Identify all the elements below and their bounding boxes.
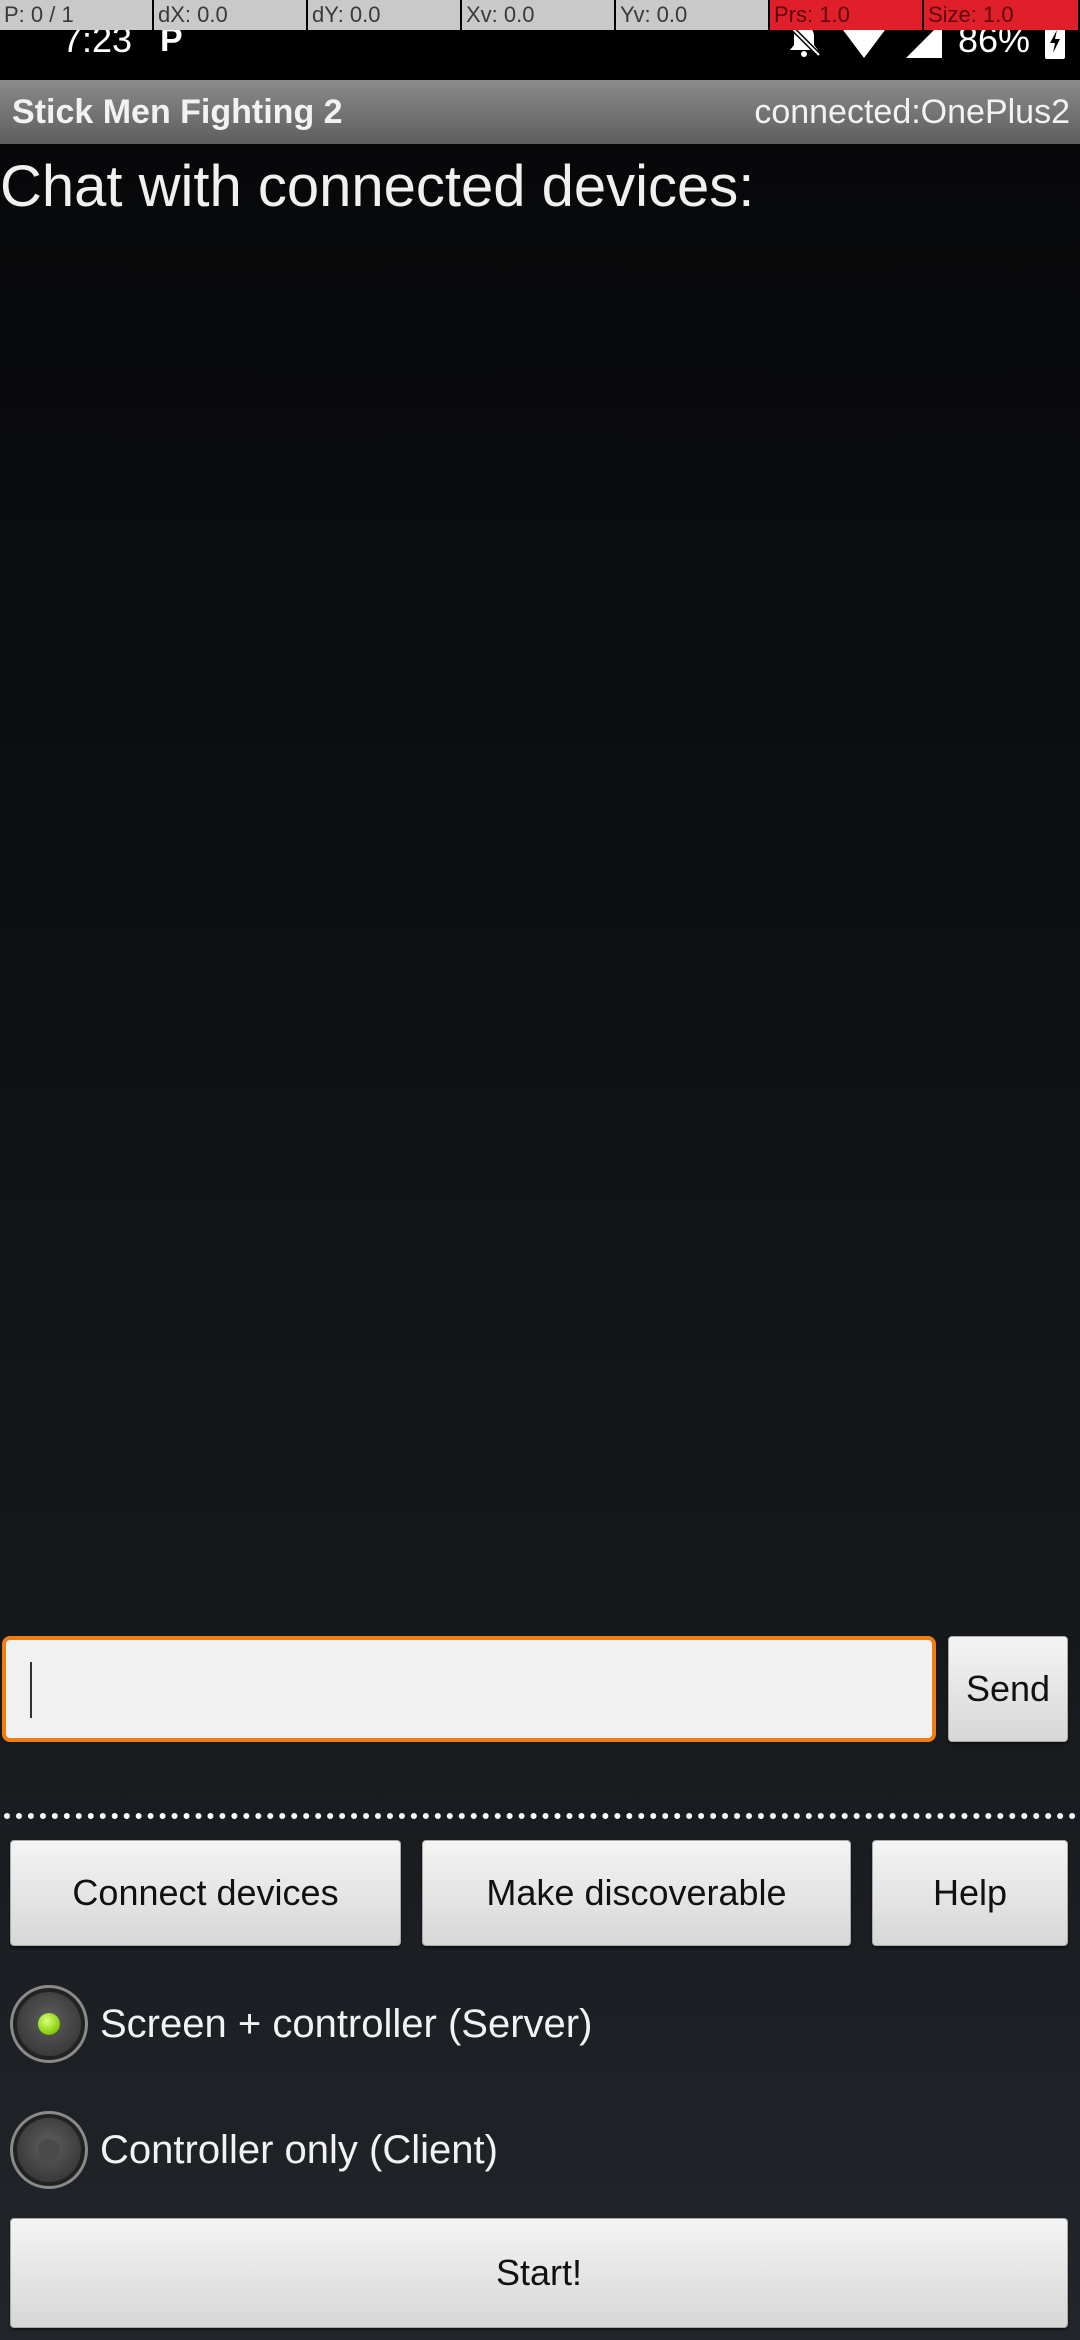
connection-status: connected:OnePlus2: [754, 93, 1070, 131]
text-caret: [30, 1662, 32, 1718]
message-input-container[interactable]: [2, 1636, 936, 1742]
radio-client-indicator[interactable]: [10, 2111, 88, 2189]
pointer-yv: Yv: 0.0: [616, 0, 770, 30]
radio-server-indicator[interactable]: [10, 1985, 88, 2063]
pointer-dx: dX: 0.0: [154, 0, 308, 30]
chat-log: [0, 230, 1080, 1630]
divider: [4, 1813, 1076, 1819]
start-button[interactable]: Start!: [10, 2218, 1068, 2328]
chat-heading: Chat with connected devices:: [0, 154, 755, 219]
pointer-xv: Xv: 0.0: [462, 0, 616, 30]
pointer-pressure: Prs: 1.0: [770, 0, 924, 30]
pointer-count: P: 0 / 1: [0, 0, 154, 30]
radio-server-label: Screen + controller (Server): [100, 2001, 593, 2046]
app-screen: 7:23 P 86% P: 0 / 1 dX: 0.0 dY: 0.0 Xv: …: [0, 0, 1080, 2340]
radio-dot-icon: [38, 2013, 60, 2035]
status-bar: 7:23 P 86% P: 0 / 1 dX: 0.0 dY: 0.0 Xv: …: [0, 0, 1080, 80]
make-discoverable-button[interactable]: Make discoverable: [422, 1840, 851, 1946]
radio-client[interactable]: Controller only (Client): [10, 2110, 498, 2190]
connect-devices-button[interactable]: Connect devices: [10, 1840, 401, 1946]
help-button[interactable]: Help: [872, 1840, 1068, 1946]
pointer-location-overlay: P: 0 / 1 dX: 0.0 dY: 0.0 Xv: 0.0 Yv: 0.0…: [0, 0, 1080, 30]
app-title: Stick Men Fighting 2: [12, 93, 343, 131]
pointer-size: Size: 1.0: [924, 0, 1080, 30]
radio-client-label: Controller only (Client): [100, 2127, 498, 2172]
message-input[interactable]: [6, 1640, 932, 1738]
radio-dot-icon: [38, 2139, 60, 2161]
send-button[interactable]: Send: [948, 1636, 1068, 1742]
radio-server[interactable]: Screen + controller (Server): [10, 1984, 592, 2064]
title-bar: Stick Men Fighting 2 connected:OnePlus2: [0, 80, 1080, 144]
pointer-dy: dY: 0.0: [308, 0, 462, 30]
